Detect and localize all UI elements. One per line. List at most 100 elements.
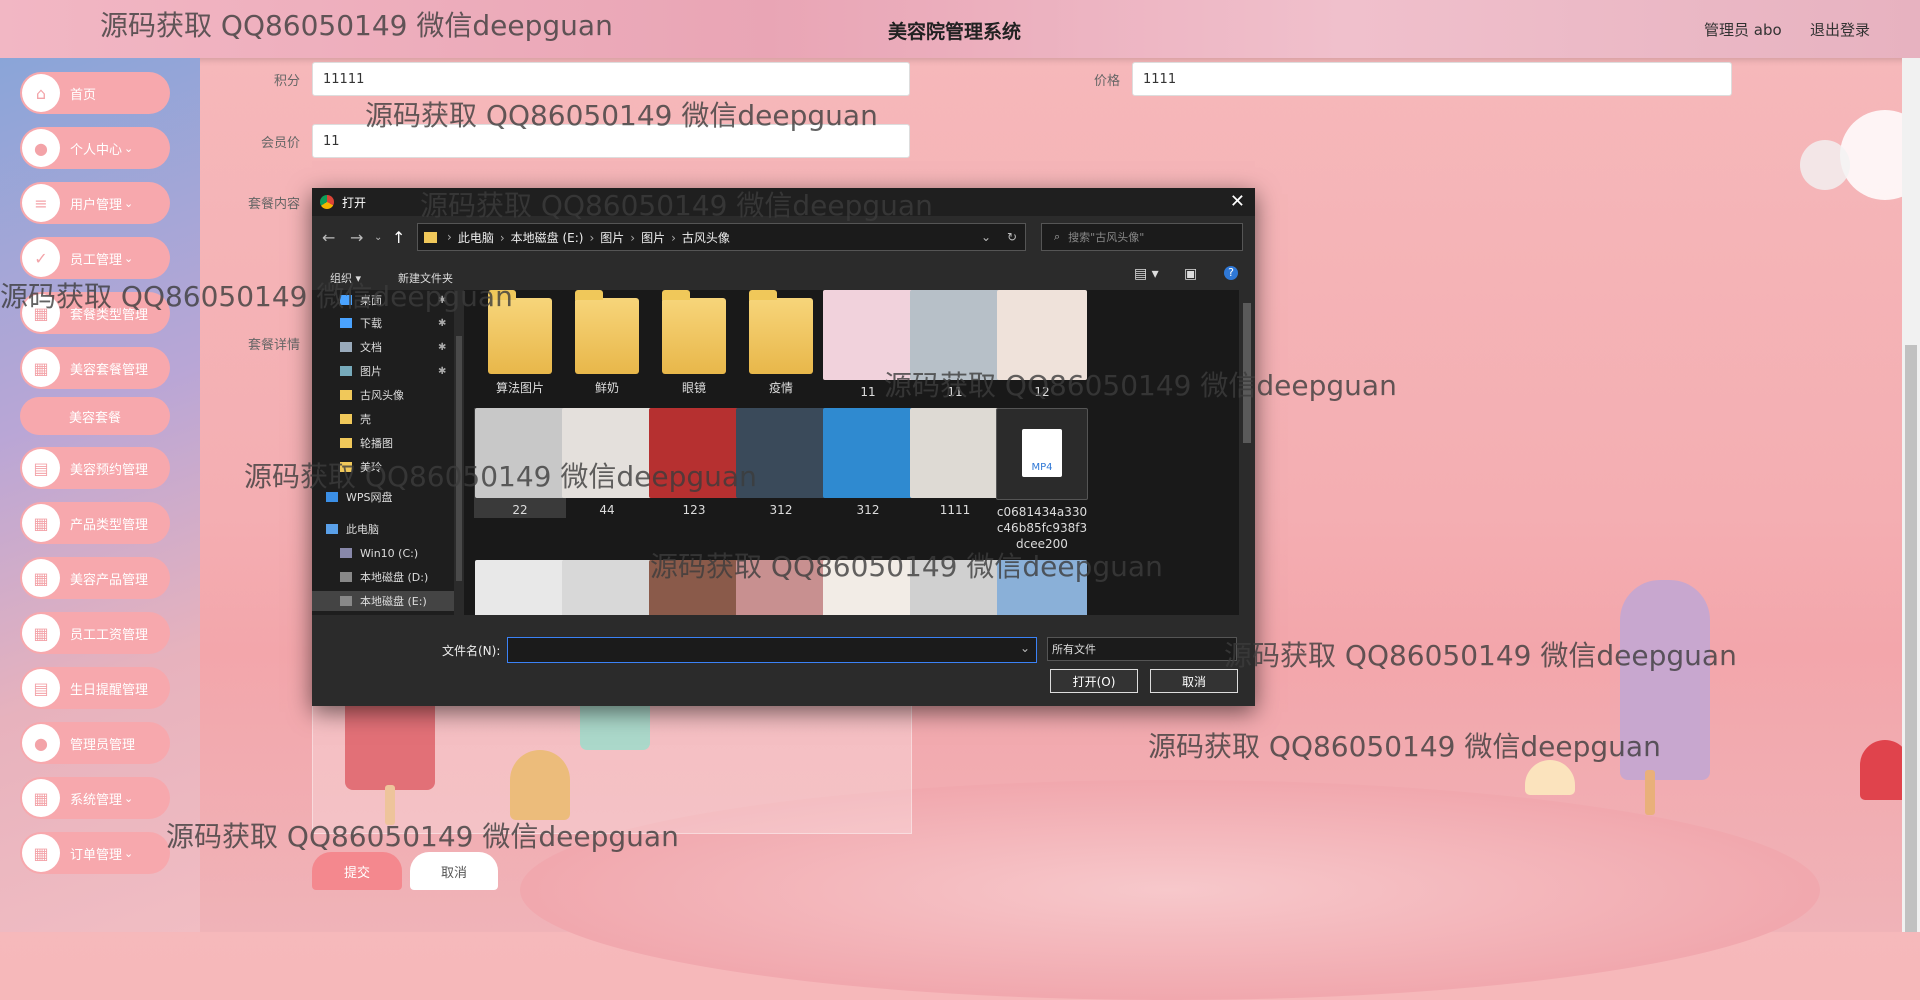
- view-options-icon[interactable]: ▤ ▾: [1134, 266, 1159, 282]
- check-icon: ✓: [22, 239, 60, 277]
- breadcrumb: 此电脑 › 本地磁盘 (E:) › 图片 › 图片 › 古风头像: [458, 229, 736, 246]
- image-tile[interactable]: 44: [561, 408, 653, 518]
- file-name: 44: [599, 503, 615, 517]
- preview-pane-icon[interactable]: ▣: [1184, 266, 1197, 282]
- image-tile[interactable]: 123: [648, 408, 740, 518]
- address-bar[interactable]: › 此电脑 › 本地磁盘 (E:) › 图片 › 图片 › 古风头像 ⌄ ↻: [417, 223, 1026, 251]
- open-button[interactable]: 打开(O): [1050, 669, 1138, 693]
- recent-chevron-icon[interactable]: ⌄: [374, 232, 382, 243]
- breadcrumb-item[interactable]: 图片: [641, 231, 665, 245]
- nav-scrollbar-thumb[interactable]: [456, 336, 462, 581]
- sidebar-item[interactable]: ● 个人中心 ⌄: [20, 127, 170, 169]
- submit-button[interactable]: 提交: [312, 852, 402, 890]
- file-name: 鲜奶: [594, 381, 619, 395]
- dialog-close-icon[interactable]: ✕: [1230, 191, 1245, 212]
- folder-tile[interactable]: 疫情: [735, 290, 827, 396]
- nav-pane-item[interactable]: 文档 ✱: [340, 337, 446, 357]
- nav-pane-item[interactable]: 美玲: [340, 457, 382, 477]
- sidebar-item[interactable]: ▤ 美容预约管理: [20, 447, 170, 489]
- price-input[interactable]: 1111: [1132, 62, 1732, 96]
- grid-icon: ▦: [22, 294, 60, 332]
- nav-pane-item[interactable]: 本地磁盘 (D:): [340, 567, 428, 587]
- sidebar-item[interactable]: ≡ 用户管理 ⌄: [20, 182, 170, 224]
- dialog-cancel-button[interactable]: 取消: [1150, 669, 1238, 693]
- sidebar-item[interactable]: ▦ 美容套餐管理: [20, 347, 170, 389]
- member-price-input[interactable]: 11: [312, 124, 910, 158]
- sidebar-item[interactable]: ▦ 美容产品管理: [20, 557, 170, 599]
- folder-icon: [749, 290, 813, 374]
- image-tile[interactable]: 1111: [909, 408, 1001, 518]
- nav-pane-item[interactable]: 壳: [340, 409, 371, 429]
- folder-tile[interactable]: 眼镜: [648, 290, 740, 396]
- organize-menu[interactable]: 组织 ▾: [330, 270, 361, 286]
- sidebar-item[interactable]: ● 管理员管理: [20, 722, 170, 764]
- image-tile[interactable]: 22: [474, 408, 566, 518]
- dialog-toolbar: 组织 ▾ 新建文件夹 ▤ ▾ ▣ ?: [312, 260, 1255, 290]
- file-tile[interactable]: [648, 560, 740, 615]
- archive-file-tile[interactable]: 312: [822, 408, 914, 518]
- help-icon[interactable]: ?: [1224, 266, 1238, 280]
- nav-pane-item-label: WPS网盘: [346, 491, 393, 504]
- sidebar-item[interactable]: ▦ 产品类型管理: [20, 502, 170, 544]
- image-tile[interactable]: 11: [909, 290, 1001, 400]
- folder-icon: [340, 414, 352, 424]
- folder-tile[interactable]: 算法图片: [474, 290, 566, 396]
- file-tile[interactable]: [735, 560, 827, 615]
- file-tile[interactable]: [561, 560, 653, 615]
- breadcrumb-separator: ›: [499, 230, 505, 245]
- sidebar-subitem-beauty-package[interactable]: 美容套餐: [20, 397, 170, 435]
- filename-dropdown-icon[interactable]: ⌄: [1020, 641, 1030, 655]
- file-tile[interactable]: [996, 560, 1088, 615]
- nav-pane-item[interactable]: 此电脑: [326, 519, 379, 539]
- address-dropdown-icon[interactable]: ⌄: [981, 230, 991, 244]
- search-input[interactable]: ⌕ 搜索"古风头像": [1041, 223, 1243, 251]
- sidebar-item[interactable]: ▤ 生日提醒管理: [20, 667, 170, 709]
- breadcrumb-item[interactable]: 本地磁盘 (E:): [511, 231, 584, 245]
- sidebar-item[interactable]: ✓ 员工管理 ⌄: [20, 237, 170, 279]
- bg-popsicle: [1620, 580, 1710, 780]
- folder-tile[interactable]: 鲜奶: [561, 290, 653, 396]
- sidebar-item[interactable]: ⌂ 首页: [20, 72, 170, 114]
- folder-icon: [326, 524, 338, 534]
- page-scrollbar-thumb[interactable]: [1905, 345, 1917, 932]
- nav-pane-item[interactable]: 桌面 ✱: [340, 290, 446, 310]
- nav-pane-item[interactable]: Win10 (C:): [340, 543, 418, 563]
- points-input[interactable]: 11111: [312, 62, 910, 96]
- file-name: 算法图片: [495, 381, 544, 395]
- back-arrow-icon[interactable]: ←: [322, 228, 335, 247]
- forward-arrow-icon[interactable]: →: [350, 228, 363, 247]
- filename-label: 文件名(N):: [442, 644, 501, 658]
- image-tile[interactable]: 312: [735, 408, 827, 518]
- up-arrow-icon[interactable]: ↑: [392, 228, 405, 247]
- breadcrumb-item[interactable]: 此电脑: [458, 231, 494, 245]
- nav-pane-item[interactable]: 轮播图: [340, 433, 393, 453]
- sidebar-item[interactable]: ▦ 员工工资管理: [20, 612, 170, 654]
- new-folder-button[interactable]: 新建文件夹: [398, 270, 453, 286]
- file-list-scrollbar-thumb[interactable]: [1243, 303, 1251, 443]
- breadcrumb-item[interactable]: 古风头像: [682, 231, 730, 245]
- nav-pane-item[interactable]: 图片 ✱: [340, 361, 446, 381]
- sidebar-item[interactable]: ▦ 系统管理 ⌄: [20, 777, 170, 819]
- cancel-button[interactable]: 取消: [410, 852, 498, 890]
- filename-input[interactable]: ⌄: [507, 637, 1037, 663]
- nav-pane-item[interactable]: WPS网盘: [326, 487, 393, 507]
- nav-pane-item[interactable]: 古风头像: [340, 385, 404, 405]
- file-tile[interactable]: [909, 560, 1001, 615]
- sidebar-item[interactable]: ▦ 套餐类型管理: [20, 292, 170, 334]
- sidebar-item[interactable]: ▦ 订单管理 ⌄: [20, 832, 170, 874]
- nav-pane-item[interactable]: 本地磁盘 (E:): [312, 591, 454, 611]
- breadcrumb-item[interactable]: 图片: [600, 231, 624, 245]
- nav-pane-item-label: 此电脑: [346, 523, 379, 536]
- video-file-tile[interactable]: MP4 c0681434a330c46b85fc938f3dcee200: [996, 408, 1088, 552]
- image-tile[interactable]: 12: [996, 290, 1088, 400]
- file-name: c0681434a330c46b85fc938f3dcee200: [996, 505, 1088, 551]
- sidebar-item-label: 美容预约管理: [70, 462, 149, 478]
- file-tile[interactable]: [822, 560, 914, 615]
- file-tile[interactable]: [474, 560, 566, 615]
- filetype-select[interactable]: 所有文件: [1047, 637, 1237, 661]
- logout-link[interactable]: 退出登录: [1810, 19, 1870, 40]
- bg-popsicle: [1525, 760, 1575, 795]
- nav-pane-item[interactable]: 下载 ✱: [340, 313, 446, 333]
- image-tile[interactable]: 11: [822, 290, 914, 400]
- refresh-icon[interactable]: ↻: [1007, 230, 1017, 244]
